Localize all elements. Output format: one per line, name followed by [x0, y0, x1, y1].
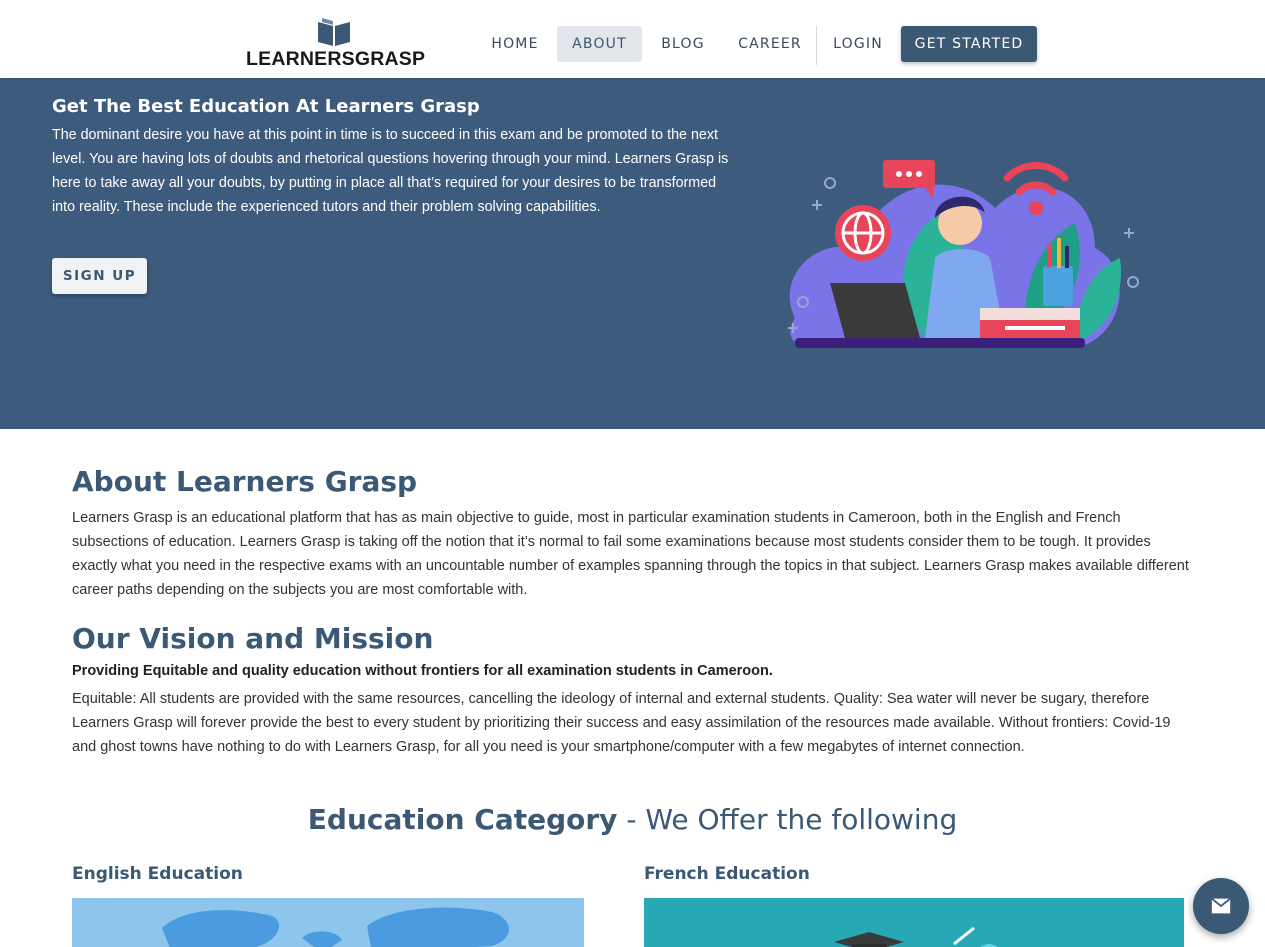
learnersgrasp-logo[interactable]: LEARNERSGRASP	[246, 18, 426, 70]
nav-divider	[816, 26, 817, 65]
get-started-button[interactable]: GET STARTED	[901, 26, 1037, 62]
nav-about-link[interactable]: ABOUT	[557, 26, 642, 62]
hero-title: Get The Best Education At Learners Grasp	[52, 96, 480, 117]
hero-section: Get The Best Education At Learners Grasp…	[0, 78, 1265, 429]
graduation-image[interactable]	[644, 898, 1184, 947]
nav-career-link[interactable]: CAREER	[730, 26, 810, 62]
nav-blog-link[interactable]: BLOG	[652, 26, 714, 62]
mail-icon	[1211, 897, 1231, 914]
logo-wordmark: LEARNERSGRASP	[246, 48, 426, 70]
english-education-title[interactable]: English Education	[72, 864, 243, 884]
vision-paragraph: Equitable: All students are provided wit…	[72, 691, 1171, 755]
graduation-graphic	[834, 926, 998, 947]
about-paragraph: Learners Grasp is an educational platfor…	[72, 510, 1189, 598]
book-logo-icon	[318, 18, 350, 46]
contact-mail-button[interactable]	[1193, 878, 1249, 934]
sign-up-button[interactable]: SIGN UP	[52, 258, 147, 294]
vision-statement: Providing Equitable and quality educatio…	[72, 663, 773, 679]
nav-login-link[interactable]: LOGIN	[826, 26, 890, 62]
education-category-heading: Education Category - We Offer the follow…	[0, 803, 1265, 836]
education-heading-subtitle: - We Offer the following	[617, 803, 958, 836]
about-heading: About Learners Grasp	[72, 465, 418, 498]
world-map-image[interactable]	[72, 898, 584, 947]
education-heading-bold: Education Category	[307, 803, 618, 836]
student-at-laptop-illustration	[788, 160, 1139, 348]
nav-home-link[interactable]: HOME	[482, 26, 548, 62]
hero-description: The dominant desire you have at this poi…	[52, 127, 729, 215]
top-navbar: LEARNERSGRASP HOME ABOUT BLOG CAREER LOG…	[0, 0, 1265, 78]
french-education-title[interactable]: French Education	[644, 864, 810, 884]
world-map-graphic	[162, 907, 509, 947]
vision-heading: Our Vision and Mission	[72, 622, 434, 655]
